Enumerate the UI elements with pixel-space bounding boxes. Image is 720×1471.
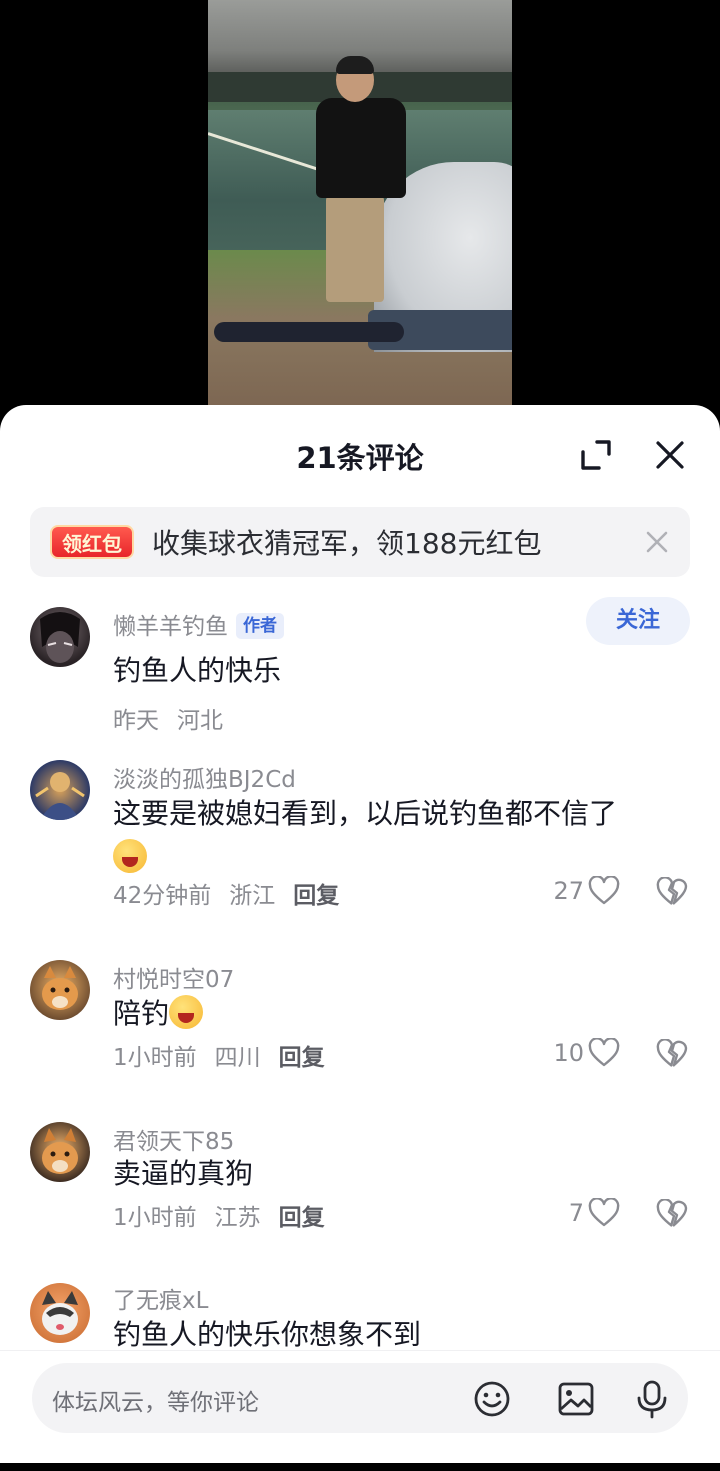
promo-close-button[interactable] [642,527,672,557]
broken-heart-icon [656,1039,688,1067]
broken-heart-icon [656,1199,688,1227]
comment-location: 江苏 [214,1205,261,1231]
comment-meta: 1小时前 四川 回复 [113,1038,343,1072]
avatar[interactable] [30,760,90,820]
video-person-hair [336,56,374,74]
dislike-button[interactable] [654,1196,690,1232]
comment-item: 懒羊羊钓鱼 作者 关注 钓鱼人的快乐 昨天 河北 [0,595,720,745]
reply-button[interactable]: 回复 [293,883,339,909]
comment-time: 1小时前 [113,1045,197,1071]
system-navigation-bar [0,1463,720,1471]
grinning-emoji-icon [169,995,204,1029]
like-button[interactable]: 7 [569,1198,620,1228]
author-name-text: 懒羊羊钓鱼 [113,614,228,640]
dislike-button[interactable] [654,874,690,910]
video-rod-bag [214,322,404,342]
author-badge: 作者 [236,613,284,639]
reply-button[interactable]: 回复 [279,1045,325,1071]
sheet-header: 21条评论 [0,405,720,505]
expand-icon [581,440,611,470]
microphone-icon [637,1380,667,1419]
comment-text[interactable]: 卖逼的真狗 [113,1152,673,1196]
avatar-image [42,1128,78,1174]
comment-time: 42分钟前 [113,883,212,909]
promo-text: 收集球衣猜冠军，领188元红包 [152,527,542,560]
close-icon [656,441,684,469]
comment-time: 1小时前 [113,1205,197,1231]
image-button[interactable] [554,1377,598,1421]
comment-input-bar: 体坛风云，等你评论 [0,1350,720,1471]
comment-text-content: 这要是被媳妇看到，以后说钓鱼都不信了 [113,797,618,830]
red-packet-badge: 领红包 [50,525,134,559]
comment-text[interactable]: 这要是被媳妇看到，以后说钓鱼都不信了 [113,792,673,880]
comment-time: 昨天 [113,708,159,734]
expand-button[interactable] [574,433,618,477]
close-icon [646,531,668,553]
comment-location: 河北 [177,708,223,734]
close-button[interactable] [648,433,692,477]
avatar-image [40,612,80,663]
video-person-body [316,98,406,198]
comment-meta: 1小时前 江苏 回复 [113,1198,343,1232]
comment-input[interactable]: 体坛风云，等你评论 [32,1363,688,1433]
avatar[interactable] [30,1122,90,1182]
comment-meta: 42分钟前 浙江 回复 [113,876,357,910]
comment-item: 村悦时空07 陪钓 1小时前 四川 回复 10 [0,960,720,1110]
comment-location: 四川 [214,1045,261,1071]
comment-author-name[interactable]: 了无痕xL [113,1281,208,1315]
comment-text[interactable]: 钓鱼人的快乐 [113,649,673,693]
comment-author-name[interactable]: 君领天下85 [113,1122,234,1156]
comment-item: 君领天下85 卖逼的真狗 1小时前 江苏 回复 7 [0,1122,720,1272]
image-icon [558,1382,594,1416]
emoji-button[interactable] [470,1377,514,1421]
heart-icon [588,1198,620,1227]
shocked-emoji-icon [113,839,147,873]
comment-text[interactable]: 钓鱼人的快乐你想象不到 [113,1313,673,1350]
comment-location: 浙江 [229,883,276,909]
comment-item: 淡淡的孤独BJ2Cd 这要是被媳妇看到，以后说钓鱼都不信了 42分钟前 浙江 回复 … [0,760,720,950]
video-player[interactable] [208,0,512,420]
like-count: 10 [553,1039,584,1067]
like-button[interactable]: 10 [553,1038,620,1068]
comment-text-content: 陪钓 [113,997,170,1030]
avatar-image [35,772,85,820]
avatar-image [42,1291,78,1335]
avatar[interactable] [30,960,90,1020]
like-count: 7 [568,1199,584,1227]
broken-heart-icon [656,877,688,905]
heart-icon [588,1038,620,1067]
heart-icon [588,876,620,905]
comment-text[interactable]: 陪钓 [113,992,673,1036]
comment-list: 懒羊羊钓鱼 作者 关注 钓鱼人的快乐 昨天 河北 淡淡的孤独BJ2Cd 这要是被媳妇… [0,595,720,1350]
like-count: 27 [553,877,584,905]
comment-author-name[interactable]: 淡淡的孤独BJ2Cd [113,760,296,794]
voice-button[interactable] [630,1377,674,1421]
avatar[interactable] [30,1283,90,1343]
comment-author-name[interactable]: 村悦时空07 [113,960,234,994]
reply-button[interactable]: 回复 [279,1205,325,1231]
comment-item: 了无痕xL 钓鱼人的快乐你想象不到 [0,1283,720,1350]
like-button[interactable]: 27 [553,876,620,906]
promo-banner[interactable]: 领红包 收集球衣猜冠军，领188元红包 [30,507,690,577]
avatar[interactable] [30,607,90,667]
video-person-legs [326,196,384,302]
comment-author-name[interactable]: 懒羊羊钓鱼 作者 [113,607,284,641]
comment-meta: 昨天 河北 [113,701,241,735]
dislike-button[interactable] [654,1036,690,1072]
follow-button[interactable]: 关注 [586,597,690,645]
comment-input-placeholder: 体坛风云，等你评论 [52,1390,259,1416]
emoji-icon [474,1381,510,1417]
comments-sheet: 21条评论 领红包 收集球衣猜冠军，领188元红包 懒羊羊钓鱼 作者 关注 钓鱼… [0,405,720,1471]
avatar-image [42,966,78,1010]
